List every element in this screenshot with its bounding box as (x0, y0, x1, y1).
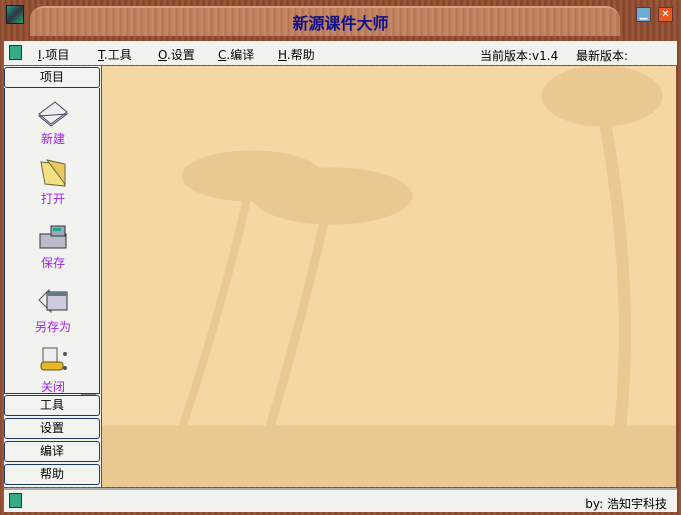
window-title: 新源课件大师 (292, 14, 389, 33)
tool-new[interactable]: 新建 (23, 98, 83, 147)
section-settings[interactable]: 设置 (4, 418, 100, 439)
minimize-button[interactable]: ▁ (636, 7, 651, 22)
tool-label: 打开 (40, 192, 65, 206)
section-tools[interactable]: 工具 (4, 395, 100, 416)
tool-open[interactable]: 打开 (23, 158, 83, 207)
document-icon (9, 493, 22, 508)
folder-open-icon (40, 159, 66, 187)
tool-label: 新建 (40, 132, 65, 146)
menu-bar: I.项目 T.工具 O.设置 C.编译 H.帮助 当前版本:v1.4 最新版本: (4, 41, 677, 65)
menu-settings[interactable]: O.设置 (158, 46, 195, 63)
status-bar: by: 浩知宇科技 (4, 488, 677, 512)
save-as-window-icon (38, 288, 68, 314)
fax-save-icon (39, 225, 67, 249)
menu-help[interactable]: H.帮助 (278, 46, 315, 63)
section-help[interactable]: 帮助 (4, 464, 100, 485)
workspace-background (102, 66, 676, 487)
credit-text: by: 浩知宇科技 (585, 497, 667, 511)
menu-project[interactable]: I.项目 (38, 46, 69, 63)
close-button[interactable]: ✕ (658, 7, 673, 22)
current-version: 当前版本:v1.4 (480, 49, 559, 63)
tool-save[interactable]: 保存 (23, 222, 83, 271)
menu-compile[interactable]: C.编译 (218, 46, 254, 63)
tool-save-as[interactable]: 另存为 (23, 286, 83, 335)
project-pane: 新建 打开 保存 另存为 关闭 ▼ (4, 88, 100, 409)
tool-label: 保存 (40, 256, 65, 270)
tool-close[interactable]: 关闭 (23, 346, 83, 395)
latest-version: 最新版本: (576, 49, 629, 63)
section-compile[interactable]: 编译 (4, 441, 100, 462)
palm-tree-background (102, 66, 676, 487)
document-icon (9, 45, 22, 60)
tool-label: 另存为 (34, 320, 71, 334)
tool-label: 关闭 (40, 380, 65, 394)
menu-tools[interactable]: T.工具 (98, 46, 132, 63)
close-clamp-icon (40, 347, 67, 371)
sidebar: 项目 新建 打开 保存 另存为 关闭 ▼ 工具 设置 编译 帮助 (4, 66, 101, 487)
new-icon (37, 101, 69, 127)
section-project[interactable]: 项目 (4, 67, 100, 88)
